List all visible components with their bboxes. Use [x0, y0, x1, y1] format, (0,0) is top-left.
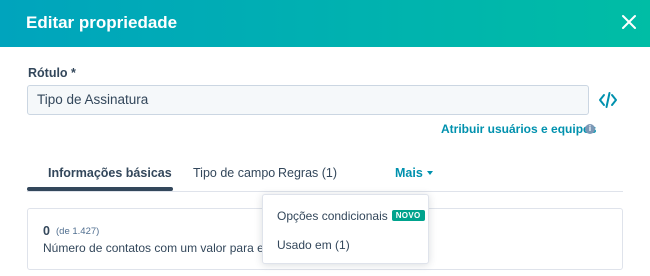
modal-title: Editar propriedade	[26, 13, 178, 32]
tab-more[interactable]: Mais	[395, 166, 433, 180]
tab-field-type[interactable]: Tipo de campo	[193, 166, 275, 180]
label-input[interactable]: Tipo de Assinatura	[27, 85, 589, 115]
code-icon	[599, 92, 617, 108]
field-label: Rótulo *	[28, 66, 76, 80]
active-tab-indicator	[27, 187, 173, 191]
tab-rules[interactable]: Regras (1)	[278, 166, 337, 180]
modal-header: Editar propriedade	[0, 0, 650, 47]
close-button[interactable]	[618, 11, 640, 33]
contact-count: 0	[43, 224, 50, 238]
close-icon	[622, 15, 636, 29]
menu-item-label: Opções condicionais	[277, 209, 388, 223]
menu-item-used-in[interactable]: Usado em (1)	[277, 238, 350, 252]
tab-bar: Informações básicas Tipo de campo Regras…	[27, 158, 623, 192]
tab-more-label: Mais	[395, 166, 423, 180]
caret-down-icon	[426, 170, 433, 175]
menu-item-conditional-options[interactable]: Opções condicionais NOVO	[277, 209, 425, 223]
new-badge: NOVO	[391, 210, 425, 222]
assign-users-link[interactable]: Atribuir usuários e equipes	[441, 122, 596, 136]
tab-basic-info[interactable]: Informações básicas	[48, 166, 172, 180]
info-icon[interactable]: i	[585, 124, 595, 134]
code-button[interactable]	[598, 90, 618, 110]
contact-total: (de 1.427)	[56, 226, 100, 237]
card-description: Número de contatos com um valor para ess…	[43, 241, 283, 255]
more-dropdown-menu: Opções condicionais NOVO Usado em (1)	[262, 194, 429, 264]
